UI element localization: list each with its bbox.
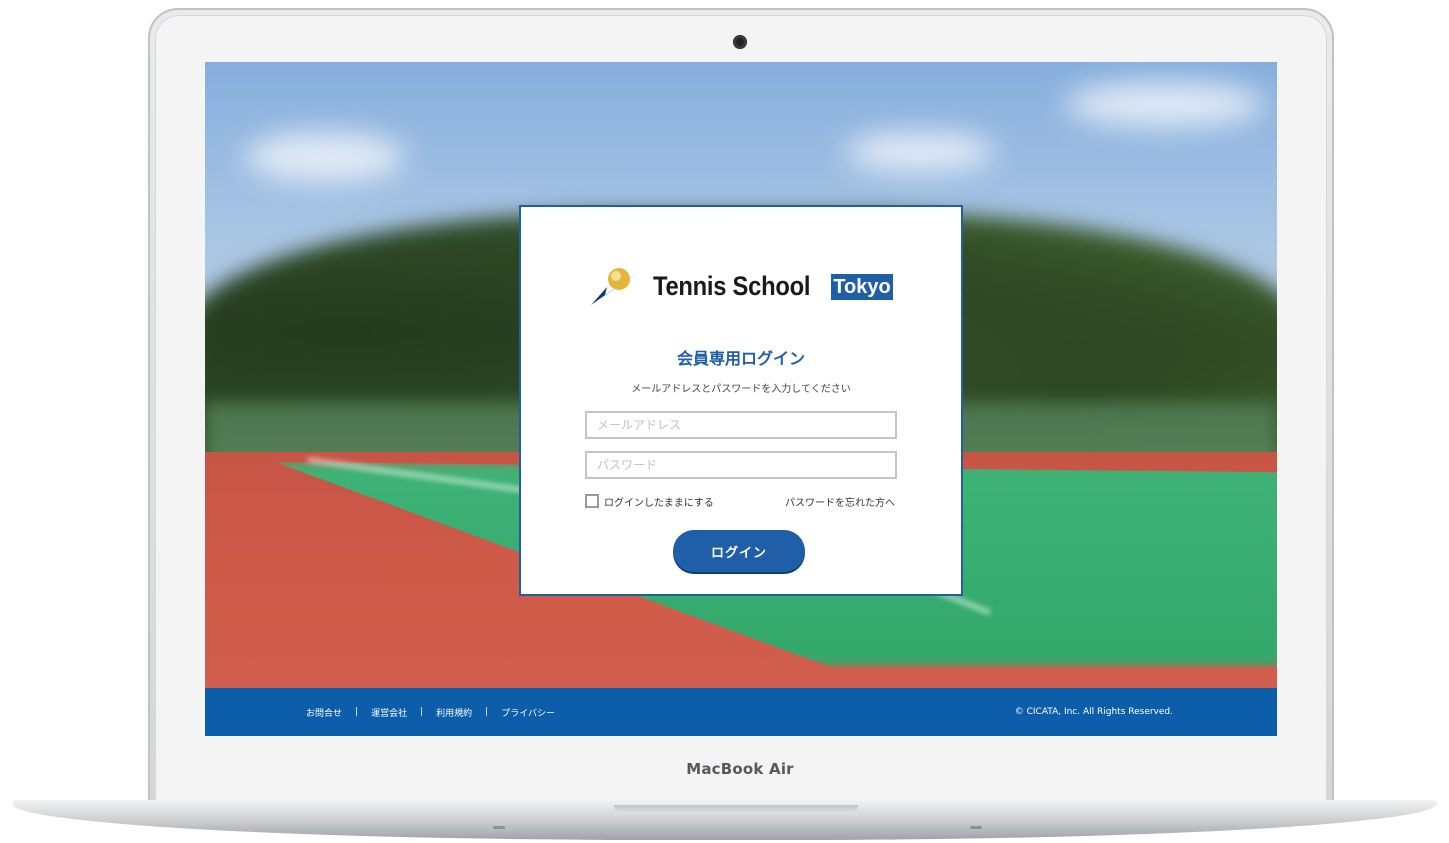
footer: お問合せ | 運営会社 | 利用規約 | プライバシー © CICATA, In… (205, 688, 1277, 736)
cloud (1065, 82, 1265, 127)
login-button[interactable]: ログイン (673, 530, 805, 572)
tennis-ball-logo-icon (591, 268, 643, 305)
footer-separator: | (420, 707, 424, 717)
instruction-text: メールアドレスとパスワードを入力してください (631, 384, 851, 395)
logo: Tennis School Tokyo (591, 265, 901, 309)
login-card: Tennis School Tokyo 会員専用ログイン メールアドレスとパスワ… (519, 205, 963, 596)
laptop-foot (970, 826, 982, 829)
logo-text: Tennis School (653, 271, 811, 301)
remember-label: ログインしたままにする (604, 497, 714, 509)
camera-icon (733, 35, 747, 49)
password-field[interactable] (585, 451, 897, 479)
remember-checkbox[interactable] (585, 494, 599, 508)
email-field[interactable] (585, 411, 897, 439)
forgot-password-link[interactable]: パスワードを忘れた方へ (785, 494, 895, 509)
laptop-screen: Tennis School Tokyo 会員専用ログイン メールアドレスとパスワ… (205, 62, 1277, 736)
cloud (245, 132, 405, 182)
device-brand-label: MacBook Air (686, 760, 794, 778)
footer-separator: | (485, 707, 489, 717)
laptop-foot (493, 826, 505, 829)
footer-link-company[interactable]: 運営会社 (371, 706, 407, 719)
page-title: 会員専用ログイン (676, 349, 805, 368)
remember-me[interactable]: ログインしたままにする (585, 493, 714, 509)
footer-links: お問合せ | 運営会社 | 利用規約 | プライバシー (306, 688, 555, 736)
footer-link-terms[interactable]: 利用規約 (436, 706, 472, 719)
copyright: © CICATA, Inc. All Rights Reserved. (1014, 707, 1173, 717)
footer-separator: | (355, 707, 359, 717)
laptop-notch (614, 805, 858, 814)
footer-link-contact[interactable]: お問合せ (306, 706, 342, 719)
logo-badge: Tokyo (831, 274, 893, 300)
cloud (845, 132, 995, 172)
footer-link-privacy[interactable]: プライバシー (501, 706, 555, 719)
